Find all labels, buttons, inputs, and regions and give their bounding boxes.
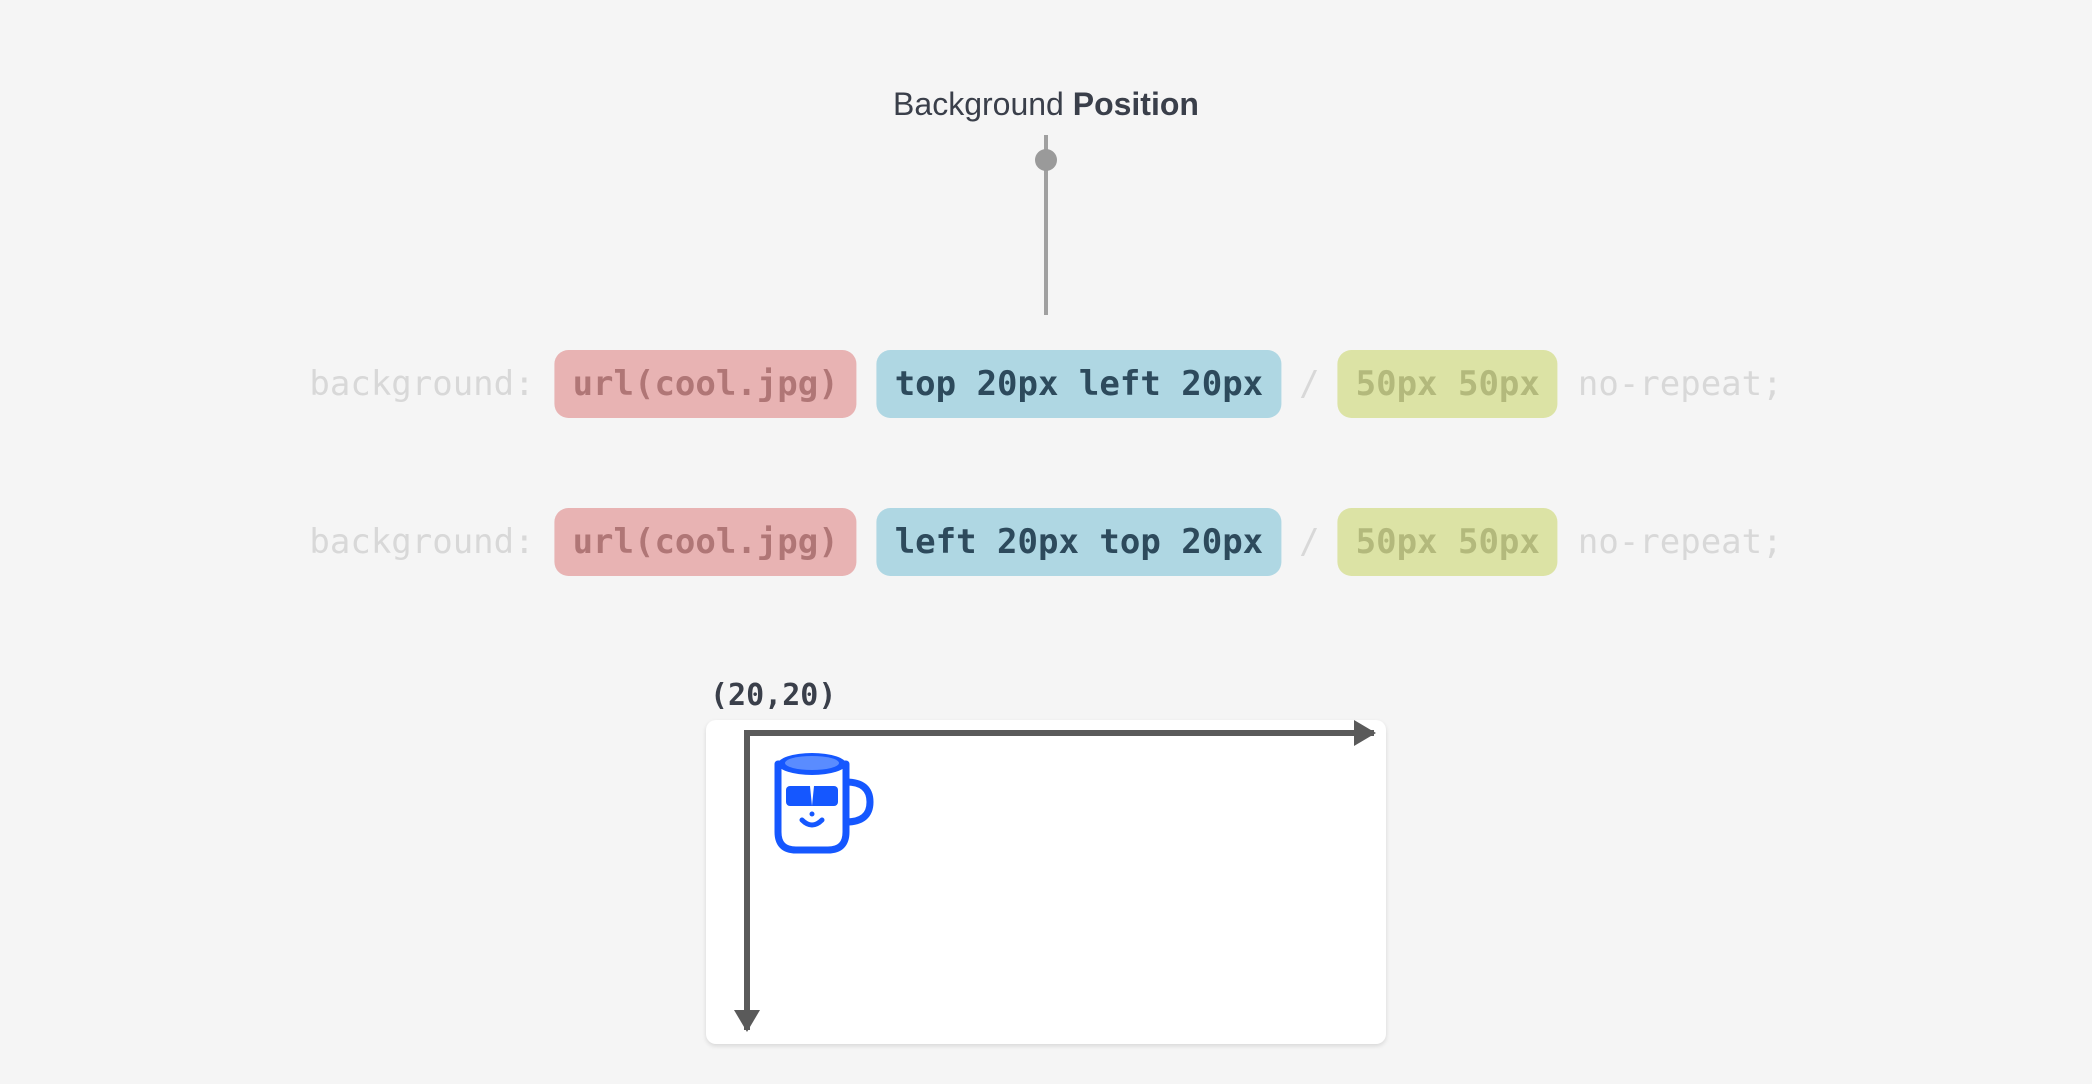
x-axis-arrow (744, 730, 1374, 736)
coordinate-label: (20,20) (710, 678, 836, 713)
mug-icon (760, 746, 880, 866)
css-property: background: (309, 522, 544, 562)
diagram-heading: Background Position (893, 86, 1199, 123)
y-axis-arrow (744, 730, 750, 1030)
token-size: 50px 50px (1338, 350, 1558, 418)
code-line: background: url(cool.jpg) left 20px top … (309, 508, 1782, 576)
slash-separator: / (1299, 522, 1319, 562)
token-url: url(cool.jpg) (555, 350, 857, 418)
preview-box: (20,20) (706, 720, 1386, 1044)
code-lines-container: background: url(cool.jpg) top 20px left … (309, 350, 1782, 576)
heading-emphasis: Position (1073, 86, 1199, 122)
code-line: background: url(cool.jpg) top 20px left … (309, 350, 1782, 418)
connector-line (1044, 135, 1048, 315)
token-size: 50px 50px (1338, 508, 1558, 576)
token-position: left 20px top 20px (877, 508, 1281, 576)
token-position: top 20px left 20px (877, 350, 1281, 418)
css-property: background: (309, 364, 544, 404)
token-repeat: no-repeat; (1568, 522, 1783, 562)
heading-prefix: Background (893, 86, 1073, 122)
token-url: url(cool.jpg) (555, 508, 857, 576)
token-repeat: no-repeat; (1568, 364, 1783, 404)
slash-separator: / (1299, 364, 1319, 404)
